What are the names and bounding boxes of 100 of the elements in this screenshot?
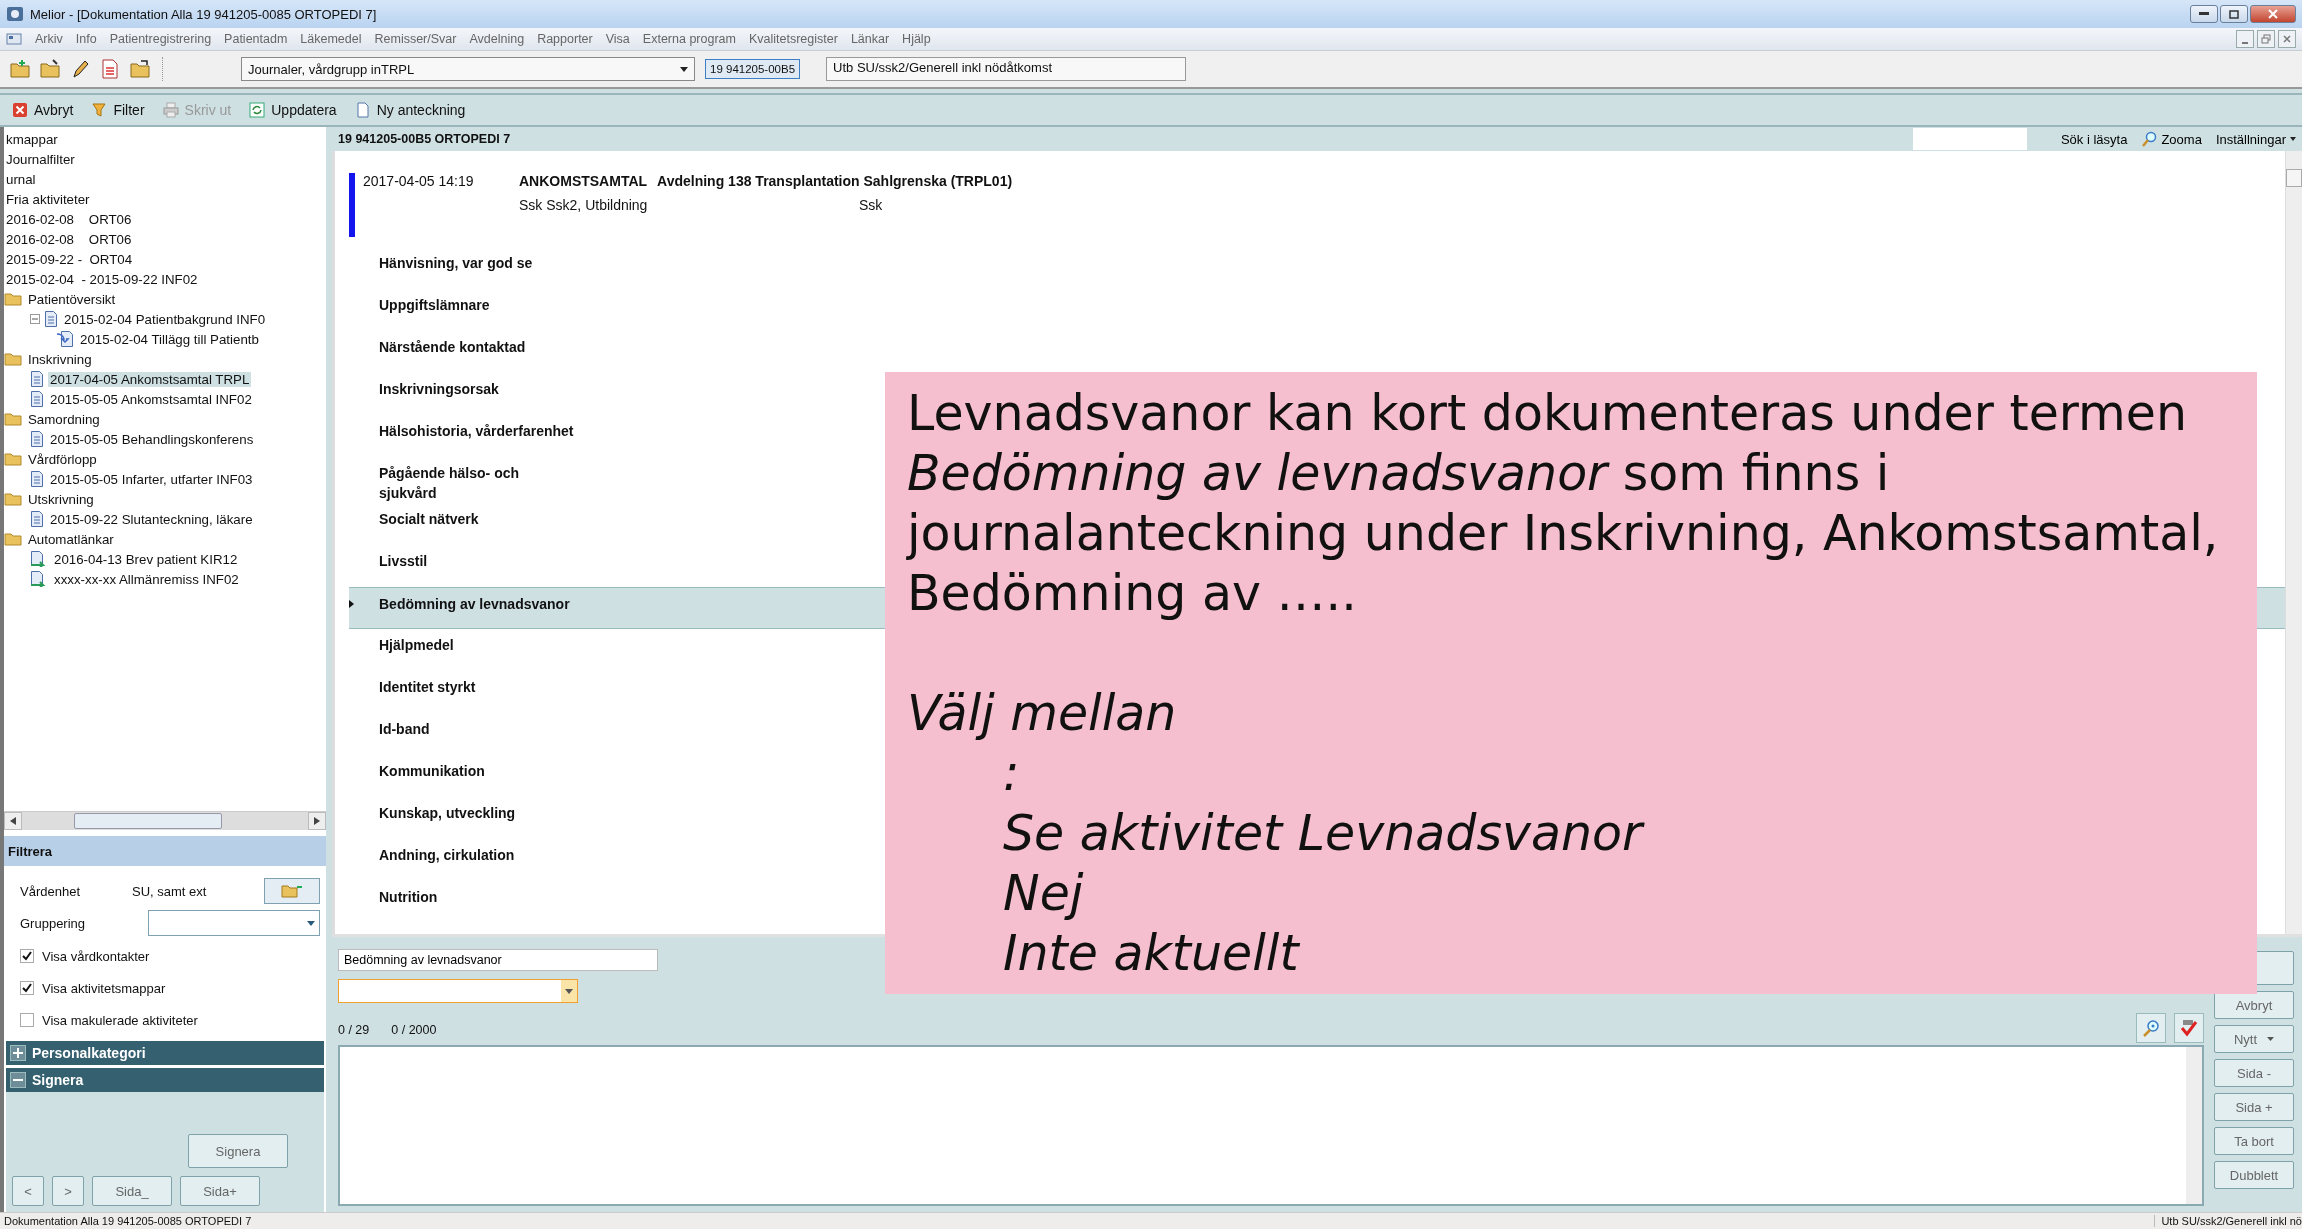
grouping-dropdown[interactable] [148,910,320,936]
checkbox[interactable] [20,1013,34,1027]
checkbox[interactable] [20,981,34,995]
restore-icon[interactable] [2261,34,2271,44]
collapse-icon[interactable] [10,1072,26,1088]
tree-item[interactable]: 2017-04-05 Ankomstsamtal TRPL [48,371,252,387]
menu-button[interactable]: Nytt [2214,1025,2294,1053]
tree-item[interactable]: Journalfilter [4,151,77,167]
horizontal-scrollbar[interactable] [4,811,326,830]
spellcheck-button[interactable] [2174,1013,2204,1043]
sign-button[interactable]: Signera [188,1134,288,1168]
tree-item[interactable]: 2016-02-08 ORT06 [4,231,134,247]
collapse-icon[interactable] [30,314,40,324]
note-heading: Välj mellan [907,684,1178,744]
tree-item[interactable]: Vårdförlopp [26,451,99,467]
toolbar-button[interactable]: Ny anteckning [350,102,470,118]
settings-menu[interactable]: Inställningar [2215,131,2296,147]
menu-item[interactable]: Kvalitetsregister [748,32,838,46]
editor-button[interactable]: Ta bort [2214,1127,2294,1155]
magnifier-icon [2141,131,2158,147]
editor-button[interactable]: Sida + [2214,1093,2294,1121]
page-button[interactable]: < [12,1176,44,1206]
checkbox[interactable] [20,949,34,963]
tree-item[interactable]: 2016-04-13 Brev patient KIR12 [52,551,240,567]
search-button[interactable]: Sök i läsyta [2060,131,2128,147]
search-field[interactable] [1912,128,2027,150]
tree-item[interactable]: 2015-02-04 - 2015-09-22 INF02 [4,271,200,287]
entry-unit: Avdelning 138 Transplantation Sahlgrenska (TRPL01) [657,173,1013,189]
panel-header[interactable]: Personalkategori [6,1041,324,1065]
tree-item[interactable]: Inskrivning [26,351,94,367]
tree-item[interactable]: 2015-05-05 Behandlingskonferens [48,431,256,447]
menu-item[interactable]: Länkar [850,32,890,46]
maximize-button[interactable] [2220,5,2248,23]
editor-button[interactable]: Sida - [2214,1059,2294,1087]
right-arrow-icon[interactable] [314,817,320,825]
toolbar-button[interactable]: Avbryt [8,102,78,118]
menu-item[interactable]: Arkiv [35,32,63,46]
menu-item[interactable]: Visa [605,32,630,46]
pencil-icon[interactable] [70,59,90,79]
panel-header[interactable]: Signera [6,1068,324,1092]
tree-item[interactable]: 2015-09-22 - ORT04 [4,251,135,267]
panel-title: Personalkategori [32,1045,146,1061]
tree-item[interactable]: Samordning [26,411,102,427]
menu-item[interactable]: Patientregistrering [109,32,212,46]
keyword-label: Andning, cirkulation [379,846,515,865]
tree-item[interactable]: xxxx-xx-xx Allmänremiss INF02 [52,571,241,587]
toolbar-button[interactable]: Filter [87,102,149,118]
tree-item[interactable]: 2015-02-04 Patientbakgrund INF0 [62,311,268,327]
editor-button[interactable]: Dubblett [2214,1161,2294,1189]
keyword-label: Uppgiftslämnare [379,296,490,315]
menu-item[interactable]: Externa program [642,32,736,46]
menu-item[interactable]: Läkemedel [300,32,362,46]
text-area[interactable] [338,1045,2204,1206]
page-button[interactable]: Sida+ [180,1176,260,1206]
maximize-icon[interactable] [2229,9,2239,19]
menu-item[interactable]: Rapporter [537,32,593,46]
keyword-label: Hälsohistoria, vårderfarenhet [379,422,574,441]
field-value: SU, samt ext [132,883,208,899]
folder-button[interactable] [264,878,320,904]
tree-item[interactable]: 2015-09-22 Slutanteckning, läkare [48,511,255,527]
journal-dropdown[interactable]: Journaler, vårdgrupp inTRPL [241,57,695,81]
folder-icon[interactable] [130,59,150,79]
document-icon[interactable] [6,33,22,45]
left-arrow-icon[interactable] [10,817,16,825]
caret-icon [2290,137,2296,141]
menu-item[interactable]: Remisser/Svar [374,32,457,46]
patient-id-field[interactable]: 19 941205-00B5 [705,59,801,79]
menu-item[interactable]: Info [75,32,97,46]
toolbar-button[interactable]: Uppdatera [245,102,341,118]
editor-button[interactable]: Avbryt [2214,991,2294,1019]
keyword-field[interactable]: Bedömning av levnadsvanor [338,949,658,971]
close-icon[interactable] [2282,34,2292,44]
search-button[interactable] [2136,1013,2166,1043]
document-icon[interactable] [100,59,120,79]
tree-item[interactable]: kmappar [4,131,60,147]
menu-item[interactable]: Avdelning [469,32,525,46]
tree-item[interactable]: Automatlänkar [26,531,116,547]
character-counter: 0 / 2000 [391,1023,437,1037]
close-button[interactable] [2250,5,2296,23]
minimize-icon[interactable] [2199,12,2209,16]
expand-icon[interactable] [10,1045,26,1061]
vertical-scrollbar[interactable] [2285,151,2302,934]
folder-icon [4,532,22,546]
menu-item[interactable]: Hjälp [902,32,931,46]
tree-item[interactable]: Fria aktiviteter [4,191,92,207]
tree-item[interactable]: 2016-02-08 ORT06 [4,211,134,227]
tree-item[interactable]: Patientöversikt [26,291,118,307]
zoom-button[interactable]: Zooma [2141,131,2202,147]
tree-item[interactable]: 2015-02-04 Tillägg till Patientb [78,331,261,347]
minimize-button[interactable] [2190,5,2218,23]
page-button[interactable]: > [52,1176,84,1206]
menu-item[interactable]: Patientadm [224,32,288,46]
tree-item[interactable]: 2015-05-05 Ankomstsamtal INF02 [48,391,254,407]
tree-item[interactable]: Utskrivning [26,491,96,507]
folder-icon[interactable] [40,59,60,79]
folder-icon [4,492,22,506]
value-dropdown[interactable] [338,979,578,1003]
page-button[interactable]: Sida_ [92,1176,172,1206]
tree-item[interactable]: 2015-05-05 Infarter, utfarter INF03 [48,471,255,487]
tree-item[interactable]: urnal [4,171,38,187]
